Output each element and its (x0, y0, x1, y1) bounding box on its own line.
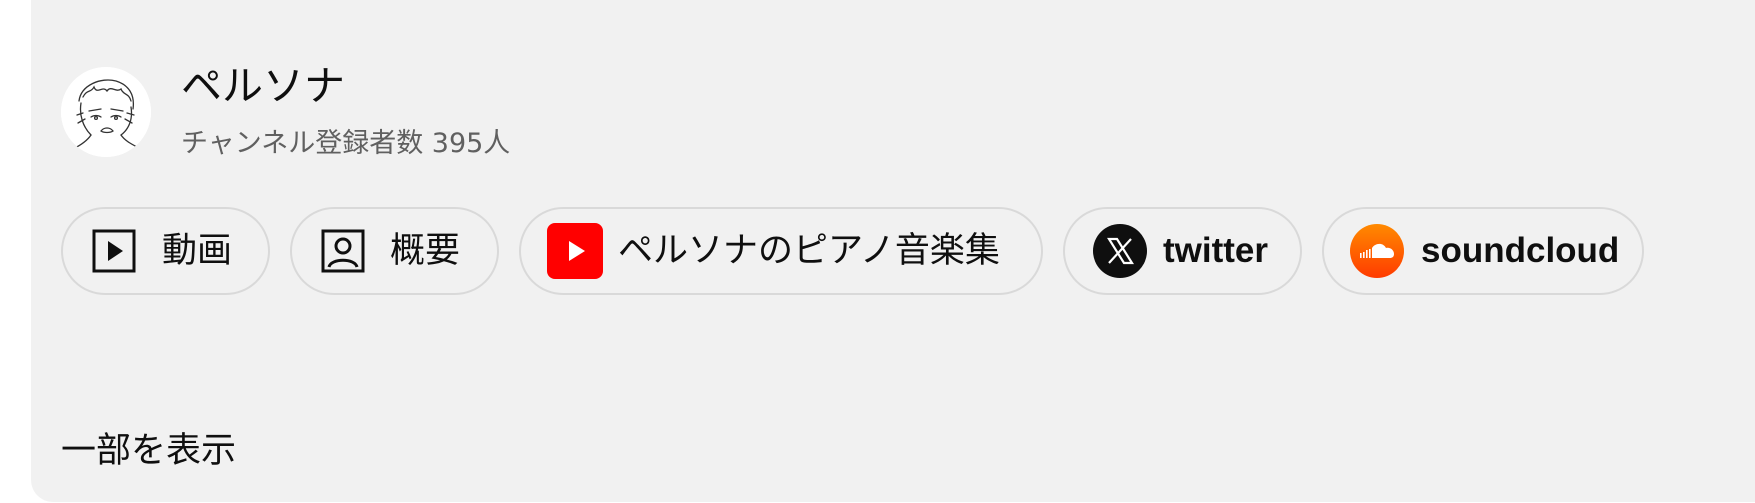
about-link-label: 概要 (390, 231, 461, 271)
channel-name: ペルソナ (181, 62, 345, 110)
person-profile-icon (321, 229, 365, 273)
subscriber-count: チャンネル登録者数 395人 (181, 128, 511, 159)
avatar-sketch-icon (61, 67, 151, 157)
play-video-icon (92, 229, 136, 273)
piano-music-link-label: ペルソナのピアノ音楽集 (618, 231, 1000, 271)
x-logo-icon (1093, 224, 1147, 278)
youtube-icon (547, 223, 603, 279)
soundcloud-link-label: soundcloud (1421, 231, 1620, 270)
channel-avatar[interactable] (61, 67, 151, 157)
twitter-link-chip[interactable]: twitter (1063, 207, 1302, 295)
videos-link-label: 動画 (162, 231, 233, 271)
show-more-link[interactable]: 一部を表示 (61, 427, 236, 475)
piano-music-link-chip[interactable]: ペルソナのピアノ音楽集 (519, 207, 1043, 295)
soundcloud-link-chip[interactable]: soundcloud (1322, 207, 1644, 295)
twitter-link-label: twitter (1163, 231, 1268, 270)
about-link-chip[interactable]: 概要 (290, 207, 499, 295)
soundcloud-icon (1350, 224, 1404, 278)
videos-link-chip[interactable]: 動画 (61, 207, 270, 295)
